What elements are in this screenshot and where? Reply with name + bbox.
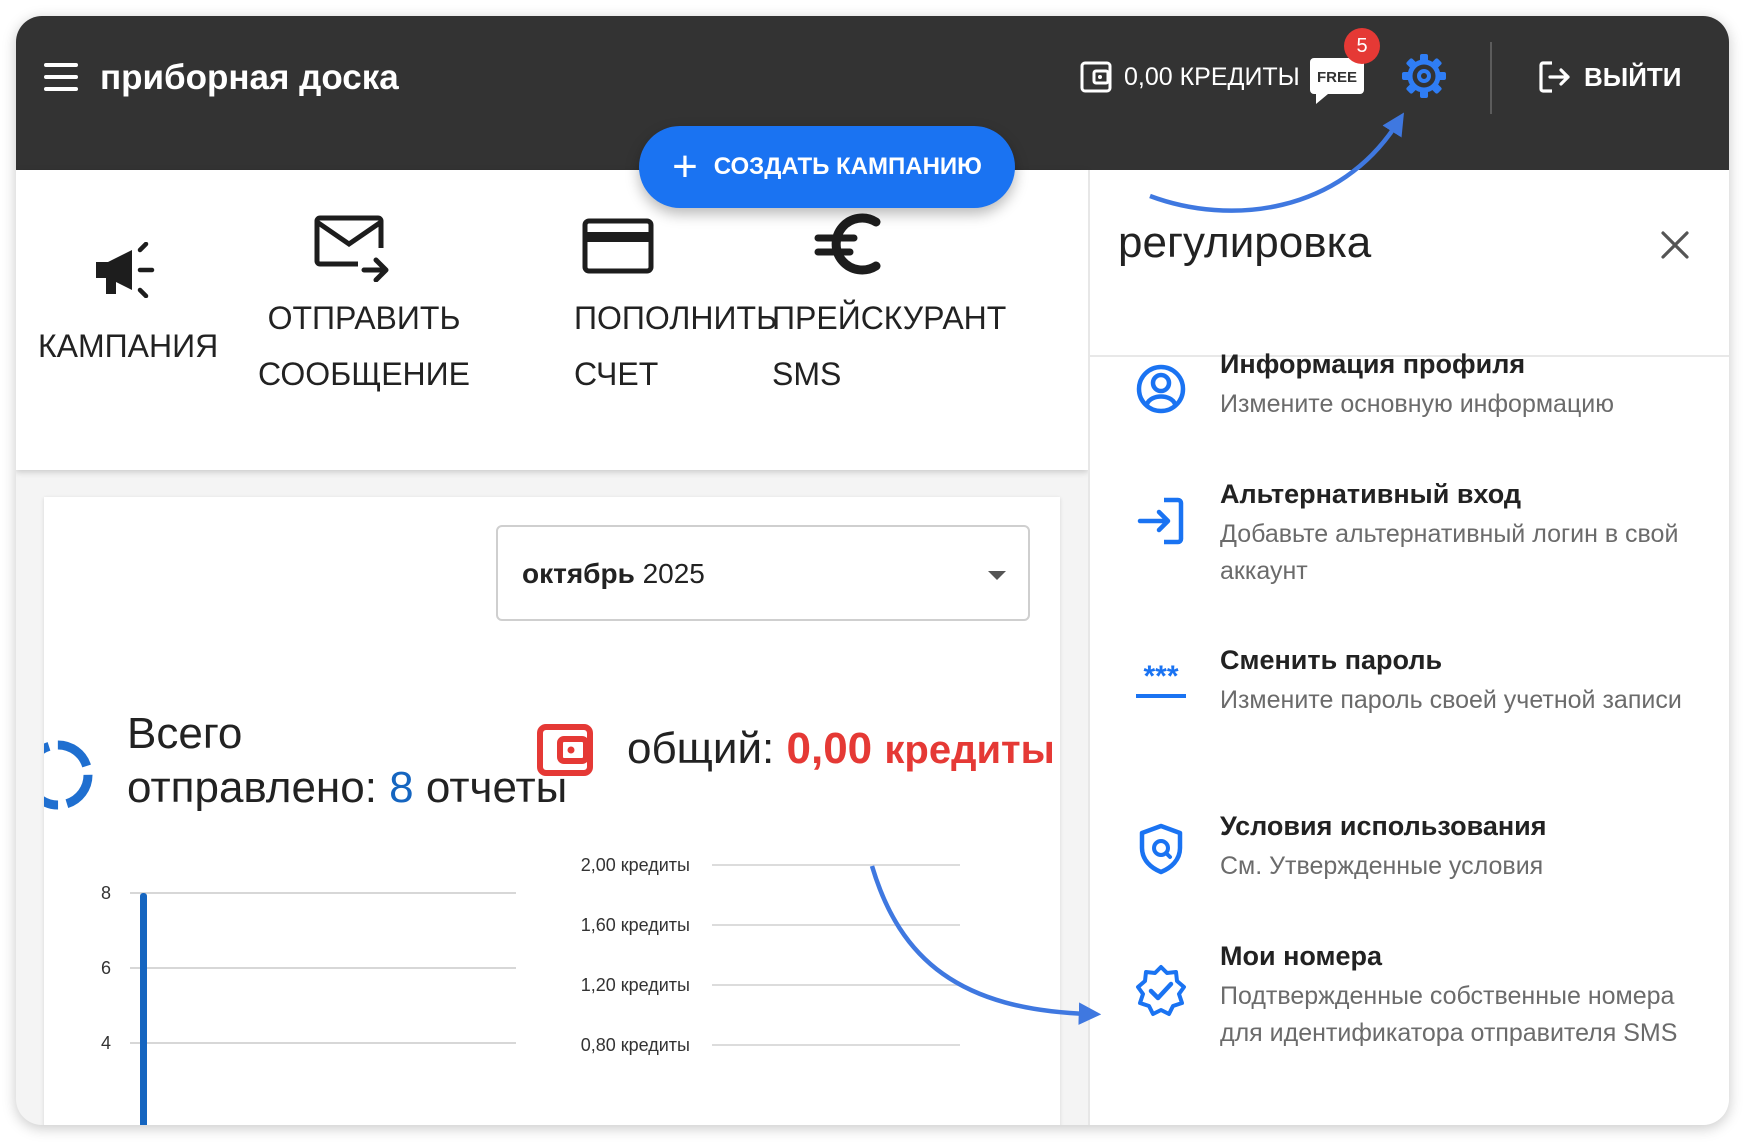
menu-item-desc: Добавьте альтернативный логин в свой акк… (1220, 520, 1679, 585)
wallet-icon-red (537, 724, 593, 776)
logout-button[interactable]: ВЫЙТИ (1538, 52, 1682, 102)
mail-send-icon (314, 215, 389, 282)
menu-item-title: Сменить пароль (1220, 645, 1443, 675)
credits-line-chart: 2,00 кредиты 1,60 кредиты 1,20 кредиты 0,80… (581, 855, 960, 1055)
month-year: 2025 (642, 558, 705, 589)
shield-icon (1139, 823, 1183, 875)
dashboard-content: октябрь 2025 Всего отправлено: 8 отчеты … (44, 497, 1060, 1125)
logout-label: ВЫЙТИ (1584, 61, 1682, 92)
campaign-label: КАМПАНИЯ (38, 328, 219, 364)
menu-item-title: Мои номера (1220, 941, 1383, 971)
price-list-action[interactable]: ПРЕЙСКУРАНТ SMS (740, 170, 1040, 470)
send-message-label-2: СООБЩЕНИЕ (258, 356, 470, 392)
megaphone-icon (96, 242, 155, 298)
month-select[interactable]: октябрь 2025 (496, 525, 1030, 621)
loading-ring-icon (44, 740, 93, 810)
create-campaign-button[interactable]: + СОЗДАТЬ КАМПАНИЮ (639, 126, 1015, 208)
free-label: FREE (1317, 69, 1357, 86)
send-message-action[interactable]: ОТПРАВИТЬ СООБЩЕНИЕ (236, 170, 492, 470)
total-sent: Всего отправлено: 8 отчеты (127, 707, 567, 815)
topbar-divider (1490, 42, 1492, 114)
menu-item-desc: См. Утвержденные условия (1220, 852, 1544, 880)
top-up-label-2: СЧЕТ (574, 356, 659, 392)
page-title: приборная доска (100, 58, 399, 97)
month-label: октябрь (522, 558, 635, 589)
month-select-value: октябрь 2025 (522, 527, 705, 621)
wallet-icon (1080, 61, 1112, 93)
plus-icon: + (672, 142, 698, 191)
menu-item-title: Альтернативный вход (1220, 479, 1522, 509)
sent-count: 8 (389, 763, 414, 812)
credits-balance[interactable]: 0,00 КРЕДИТЫ (1080, 52, 1300, 102)
menu-item-desc: Подтвержденные собственные номера для ид… (1220, 982, 1678, 1047)
y-tick-label: 8 (101, 883, 111, 903)
total-unit: кредиты (884, 728, 1055, 772)
top-up-action[interactable]: ПОПОЛНИТЬ СЧЕТ (492, 170, 777, 470)
send-message-label: ОТПРАВИТЬ (267, 300, 461, 336)
gear-icon[interactable] (1398, 50, 1450, 102)
price-list-label-2: SMS (772, 356, 842, 392)
create-campaign-label: СОЗДАТЬ КАМПАНИЮ (713, 153, 982, 180)
app-window: приборная доска 0,00 КРЕДИТЫ FREE 5 ВЫЙТ… (16, 16, 1729, 1125)
total-sent-line2: отправлено: 8 отчеты (127, 763, 568, 812)
total-label: общий: (627, 724, 775, 773)
profile-icon (1136, 364, 1186, 414)
euro-icon (814, 213, 881, 275)
menu-icon[interactable] (42, 58, 82, 98)
price-list-label: ПРЕЙСКУРАНТ (772, 300, 1007, 336)
menu-item-title: Условия использования (1220, 811, 1547, 841)
close-icon[interactable] (1658, 228, 1692, 262)
menu-item-desc: Измените основную информацию (1220, 390, 1614, 418)
credits-label: 0,00 КРЕДИТЫ (1124, 62, 1300, 91)
verified-badge-icon (1136, 965, 1186, 1016)
menu-item-title: Информация профиля (1220, 349, 1526, 379)
credit-card-icon (582, 218, 654, 274)
y-tick-label: 1,20 кредиты (581, 975, 690, 995)
logout-icon (1539, 61, 1570, 93)
y-tick-label: 1,60 кредиты (581, 915, 690, 935)
y-tick-label: 0,80 кредиты (581, 1035, 690, 1055)
total-credits: общий: 0,00 кредиты (627, 719, 1055, 780)
y-tick-label: 4 (101, 1033, 111, 1053)
menu-item-desc: Измените пароль своей учетной записи (1220, 686, 1682, 714)
campaign-action[interactable]: КАМПАНИЯ (16, 170, 236, 470)
y-tick-label: 6 (101, 958, 111, 978)
sent-bar-chart: 8 6 4 (101, 883, 516, 1125)
settings-panel: регулировка Информация профиля Измените … (1088, 170, 1729, 1125)
notification-badge: 5 (1344, 28, 1380, 64)
login-icon (1137, 497, 1184, 545)
password-icon: *** (1136, 660, 1186, 698)
dropdown-arrow-icon (988, 571, 1006, 580)
bar (140, 893, 147, 1125)
total-sent-line1: Всего (127, 709, 243, 758)
total-amount: 0,00 (786, 724, 873, 773)
svg-text:***: *** (1143, 660, 1178, 693)
y-tick-label: 2,00 кредиты (581, 855, 690, 875)
panel-title: регулировка (1118, 218, 1372, 267)
quick-actions: КАМПАНИЯ ОТПРАВИТЬ СООБЩЕНИЕ ПОПОЛНИТЬ С… (16, 170, 1088, 470)
